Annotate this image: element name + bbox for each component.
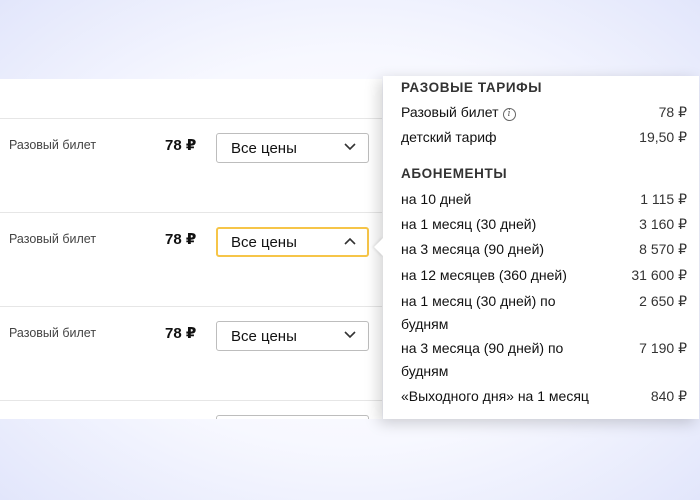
fare-item-price: 78 ₽	[658, 104, 687, 120]
price-select-value: Все цены	[231, 328, 297, 345]
fare-price: 78 ₽	[165, 231, 197, 248]
subscription-item-price: 840 ₽	[650, 388, 687, 404]
subscription-item-price: 31 600 ₽	[631, 267, 687, 283]
subscription-item-name: на 10 дней	[401, 191, 472, 207]
subscription-item-name: «Выходного дня» на 1 месяц	[401, 388, 589, 404]
subscription-item-price: 8 570 ₽	[639, 241, 687, 257]
price-select[interactable]: Все цены	[216, 133, 369, 163]
subscription-item-price: 7 190 ₽	[639, 340, 687, 356]
subscription-item-price: 2 650 ₽	[639, 293, 687, 309]
chevron-down-icon	[344, 331, 356, 339]
fare-label: Разовый билет	[9, 138, 97, 152]
subscription-item-name: на 12 месяцев (360 дней)	[401, 267, 567, 283]
subscription-item-price: 1 115 ₽	[640, 191, 687, 207]
fare-row: Разовый билет 78 ₽ Все цены	[0, 306, 382, 401]
info-icon[interactable]: i	[502, 108, 516, 121]
fare-item-price: 19,50 ₽	[639, 129, 687, 145]
subscription-item-name: на 3 месяца (90 дней) по будням	[401, 340, 564, 379]
subscription-item-name: на 3 месяца (90 дней)	[401, 241, 545, 257]
chevron-up-icon	[344, 237, 356, 245]
fare-row: Разовый билет 78 ₽ Все цены	[0, 118, 382, 213]
fare-label: Разовый билет	[9, 326, 97, 340]
price-select-value: Все цены	[231, 140, 297, 157]
subscription-item-name: на 1 месяц (30 дней)	[401, 216, 537, 232]
price-select[interactable]: Все цены	[216, 321, 369, 351]
fare-item-name: детский тариф	[401, 129, 497, 145]
popup-pointer	[374, 237, 384, 257]
fare-price: 78 ₽	[165, 137, 197, 154]
subscription-item-price: 3 160 ₽	[639, 216, 687, 232]
fare-price: 78 ₽	[165, 325, 197, 342]
price-popup: РАЗОВЫЕ ТАРИФЫ Разовый билет i 78 ₽ детск…	[383, 76, 699, 419]
price-select[interactable]: Все цены	[216, 227, 369, 257]
section-title-single-fares: РАЗОВЫЕ ТАРИФЫ	[401, 80, 543, 95]
subscription-item-name: на 1 месяц (30 дней) по будням	[401, 293, 556, 332]
fare-row: Разовый билет 78 ₽ Все цены	[0, 212, 382, 307]
fare-item-name: Разовый билет i	[401, 101, 611, 124]
price-select-value: Все цены	[231, 234, 297, 251]
price-select[interactable]	[216, 415, 369, 419]
fares-panel: Разовый билет 78 ₽ Все цены Разовый биле…	[0, 79, 382, 419]
fare-row-partial	[0, 400, 382, 419]
section-title-subscriptions: АБОНЕМЕНТЫ	[401, 166, 508, 181]
fare-label: Разовый билет	[9, 232, 97, 246]
chevron-down-icon	[344, 143, 356, 151]
